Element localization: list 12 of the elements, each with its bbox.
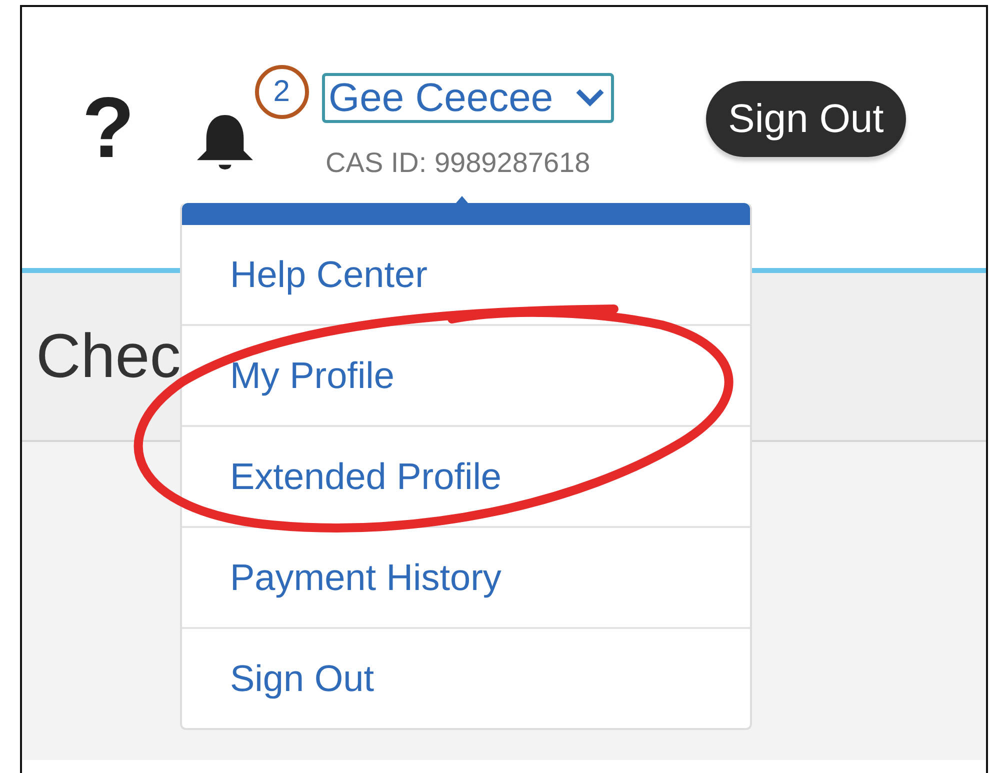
page-heading: Chec bbox=[36, 321, 181, 392]
cas-id-text: CAS ID: 9989287618 bbox=[326, 147, 592, 179]
help-button[interactable]: ? bbox=[82, 85, 135, 171]
menu-item[interactable]: Sign Out bbox=[182, 627, 750, 728]
menu-item[interactable]: Payment History bbox=[182, 526, 750, 627]
chevron-icon bbox=[575, 88, 606, 108]
menu-item[interactable]: Extended Profile bbox=[182, 425, 750, 526]
user-menu-button[interactable]: Gee Ceecee bbox=[322, 73, 614, 123]
menu-item[interactable]: My Profile bbox=[182, 324, 750, 425]
sign-out-button[interactable]: Sign Out bbox=[706, 81, 906, 157]
notification-badge: 2 bbox=[254, 65, 309, 119]
menu-item[interactable]: Help Center bbox=[182, 225, 750, 324]
